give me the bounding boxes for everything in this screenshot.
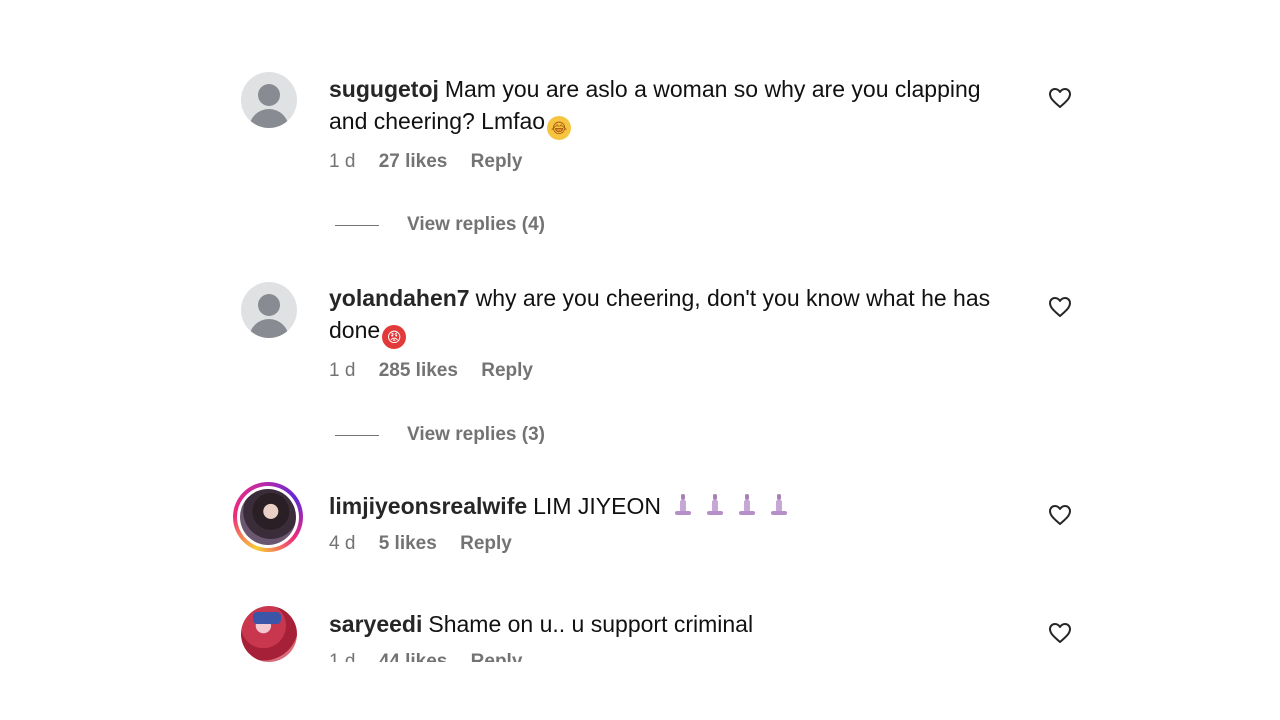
heart-outline-icon[interactable] (1048, 296, 1072, 318)
view-replies-button[interactable]: View replies (3) (335, 423, 545, 447)
divider (335, 224, 379, 226)
heart-outline-icon[interactable] (1048, 87, 1072, 109)
heart-outline-icon[interactable] (1048, 504, 1072, 526)
username[interactable]: sugugetoj (329, 76, 439, 102)
comment-meta: 1 d 44 likes Reply (329, 650, 1009, 662)
username[interactable]: limjiyeonsrealwife (329, 493, 527, 519)
candle-icon (673, 494, 693, 518)
view-replies-button[interactable]: View replies (4) (335, 213, 545, 237)
likes-count[interactable]: 27 likes (379, 151, 448, 172)
reply-button[interactable]: Reply (460, 533, 512, 554)
username[interactable]: saryeedi (329, 611, 422, 637)
avatar (240, 489, 296, 545)
comment-meta: 1 d 27 likes Reply (329, 150, 1009, 174)
laughing-emoji-icon: 😂 (547, 116, 572, 140)
username[interactable]: yolandahen7 (329, 285, 470, 311)
comment-text: limjiyeonsrealwife LIM JIYEON (329, 490, 1009, 522)
candle-icon (705, 494, 725, 518)
default-avatar-icon (258, 294, 280, 316)
comment-text: sugugetoj Mam you are aslo a woman so why… (329, 73, 1009, 140)
comment-body: yolandahen7 why are you cheering, don't y… (329, 282, 1009, 383)
avatar[interactable] (241, 606, 297, 662)
comment-text: saryeedi Shame on u.. u support criminal (329, 608, 1009, 640)
candle-icon (769, 494, 789, 518)
comment-meta: 4 d 5 likes Reply (329, 532, 1009, 556)
timestamp: 1 d (329, 360, 356, 381)
timestamp: 1 d (329, 151, 356, 172)
comment-content: LIM JIYEON (533, 493, 661, 519)
likes-count[interactable]: 5 likes (379, 533, 437, 554)
comment-body: saryeedi Shame on u.. u support criminal … (329, 608, 1009, 662)
comment-body: sugugetoj Mam you are aslo a woman so why… (329, 73, 1009, 174)
reply-button[interactable]: Reply (471, 151, 523, 172)
comments-list: sugugetoj Mam you are aslo a woman so why… (0, 0, 1280, 662)
view-replies-label: View replies (3) (407, 424, 545, 445)
avatar[interactable] (241, 72, 297, 128)
likes-count[interactable]: 285 likes (379, 360, 458, 381)
comment-body: limjiyeonsrealwife LIM JIYEON 4 d 5 likes… (329, 490, 1009, 556)
avatar-story-ring[interactable] (233, 482, 303, 552)
comment-text: yolandahen7 why are you cheering, don't y… (329, 282, 1009, 349)
candle-icon (737, 494, 757, 518)
reply-button[interactable]: Reply (471, 651, 523, 662)
divider (335, 434, 379, 436)
timestamp: 1 d (329, 651, 356, 662)
heart-outline-icon[interactable] (1048, 622, 1072, 644)
reply-button[interactable]: Reply (481, 360, 533, 381)
comment-meta: 1 d 285 likes Reply (329, 359, 1009, 383)
angry-emoji-icon: 😡 (382, 325, 407, 349)
timestamp: 4 d (329, 533, 356, 554)
likes-count[interactable]: 44 likes (379, 651, 448, 662)
default-avatar-icon (258, 84, 280, 106)
view-replies-label: View replies (4) (407, 214, 545, 235)
avatar[interactable] (241, 282, 297, 338)
comment-content: Shame on u.. u support criminal (428, 611, 754, 637)
